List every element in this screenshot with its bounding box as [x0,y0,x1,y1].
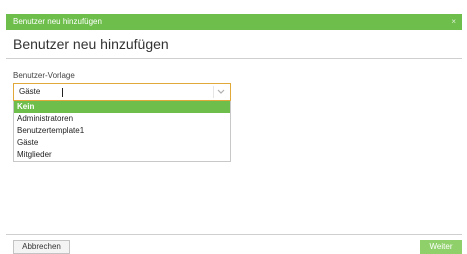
dialog-window-title: Benutzer neu hinzufügen [13,17,102,26]
footer-divider [6,234,462,235]
template-label: Benutzer-Vorlage [13,71,75,80]
dialog-titlebar: Benutzer neu hinzufügen × [6,14,462,30]
template-options-list: Kein Administratoren Benutzertemplate1 G… [13,101,231,162]
chevron-down-icon [217,89,225,94]
template-select-value[interactable]: Gäste [19,84,40,100]
option-administratoren[interactable]: Administratoren [14,113,230,125]
header-divider [6,58,462,59]
close-icon[interactable]: × [451,14,456,30]
dialog-heading: Benutzer neu hinzufügen [13,36,169,52]
option-gaeste[interactable]: Gäste [14,137,230,149]
text-cursor [62,88,63,97]
template-select[interactable]: Gäste [13,83,231,101]
option-kein[interactable]: Kein [14,101,230,113]
option-mitglieder[interactable]: Mitglieder [14,149,230,161]
dropdown-toggle[interactable] [213,86,227,98]
option-benutzertemplate1[interactable]: Benutzertemplate1 [14,125,230,137]
